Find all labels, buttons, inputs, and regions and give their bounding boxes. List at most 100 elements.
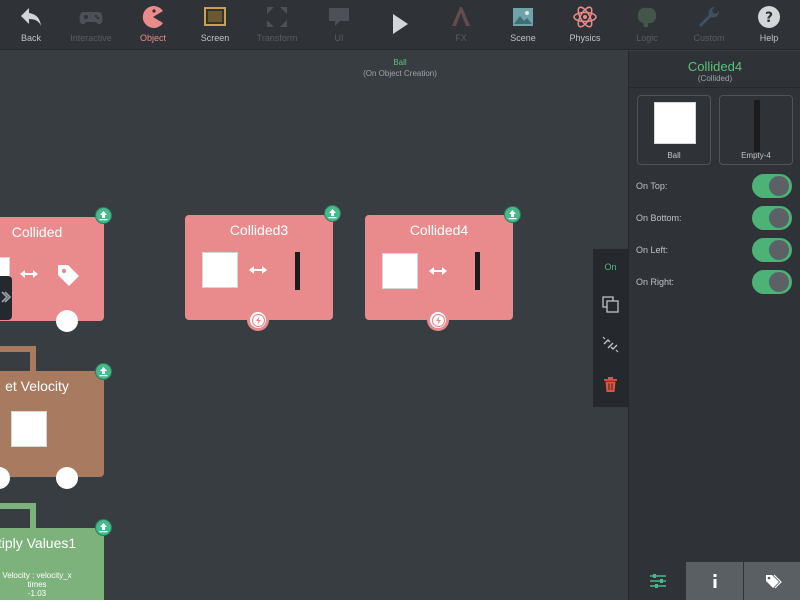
tag-icon[interactable] [54,261,82,289]
object-thumbnail [382,253,418,289]
physics-label: Physics [569,33,601,43]
lightning-icon [432,314,445,327]
object-card-empty-4[interactable]: Empty-4 [719,95,793,165]
object-button[interactable]: Object [122,0,184,50]
expression-line: Velocity : velocity_x [2,571,72,580]
node-set-velocity[interactable]: et Velocity [0,371,104,477]
object-card-ball[interactable]: Ball [637,95,711,165]
toggle-knob [769,176,789,196]
fx-icon [452,7,470,26]
on-top-toggle[interactable] [752,174,792,198]
back-button[interactable]: Back [0,0,62,50]
object-card-label: Empty-4 [741,151,771,160]
upload-icon [99,367,108,377]
transform-button[interactable]: Transform [246,0,308,50]
scene-icon [513,8,533,26]
panel-tab-bar [629,562,800,600]
export-node-button[interactable] [95,363,112,380]
transform-icon [267,7,287,27]
help-button[interactable]: ? Help [738,0,800,50]
interactive-label: Interactive [70,33,112,43]
delete-button[interactable] [593,369,628,401]
node-link [30,503,36,528]
back-label: Back [20,33,41,43]
node-title: Collided4 [409,222,469,238]
double-arrow-icon [20,270,38,278]
node-title: Collided [11,224,63,240]
node-output-port[interactable] [56,467,78,489]
toggle-knob [769,208,789,228]
back-arrow-icon [21,8,41,26]
panel-expand-handle[interactable] [0,276,12,320]
properties-panel: Collided4 (Collided) Ball Empty-4 On Top… [628,51,800,600]
chevron-right-icon [1,291,11,303]
custom-button[interactable]: Custom [678,0,740,50]
export-node-button[interactable] [504,206,521,223]
tab-tags[interactable] [744,562,800,600]
transform-label: Transform [256,33,298,43]
panel-header: Collided4 (Collided) [629,51,800,88]
fx-label: FX [455,33,467,43]
expression-line: -1.03 [27,589,47,598]
on-bottom-toggle[interactable] [752,206,792,230]
svg-text:?: ? [765,10,773,26]
object-thumbnail [202,252,238,288]
node-collided[interactable]: Collided [0,217,104,321]
property-on-right: On Right: [629,268,800,296]
property-label: On Right: [636,277,675,287]
node-title: et Velocity [5,378,69,394]
toggle-on-button[interactable]: On [593,251,628,283]
logic-button[interactable]: Logic [616,0,678,50]
screen-button[interactable]: Screen [184,0,246,50]
upload-icon [99,523,108,533]
panel-subtitle: (Collided) [697,74,733,83]
brain-icon [637,7,657,27]
node-expression: Velocity : velocity_x times -1.03 [0,571,104,598]
node-multiply-values[interactable]: tiply Values1 Velocity : velocity_x time… [0,528,104,600]
expression-line: times [27,580,47,589]
object-thumbnail [11,411,47,447]
trigger-port[interactable] [427,309,449,331]
object-label: Object [139,33,166,43]
export-node-button[interactable] [95,519,112,536]
node-link [30,346,36,371]
property-on-left: On Left: [629,236,800,264]
double-arrow-icon [429,267,447,275]
tags-icon [765,574,782,589]
object-thumbnail [654,102,696,144]
empty-object-thumbnail [475,252,480,290]
node-canvas[interactable]: Ball (On Object Creation) Collided Colli… [0,51,628,600]
interactive-button[interactable]: Interactive [60,0,122,50]
scene-button[interactable]: Scene [492,0,554,50]
empty-object-thumbnail [295,252,300,290]
ui-button[interactable]: UI [308,0,370,50]
trigger-port[interactable] [247,309,269,331]
tab-info[interactable] [686,562,743,600]
object-card-label: Ball [667,151,681,160]
on-label: On [604,262,617,272]
node-collided4[interactable]: Collided4 [365,215,513,320]
event-name-caption: (On Object Creation) [363,69,437,78]
on-left-toggle[interactable] [752,238,792,262]
duplicate-button[interactable] [593,289,628,321]
gamepad-icon [79,12,103,25]
property-label: On Top: [636,181,668,191]
export-node-button[interactable] [324,205,341,222]
node-collided3[interactable]: Collided3 [185,215,333,320]
physics-button[interactable]: Physics [554,0,616,50]
play-button[interactable] [368,0,430,50]
on-right-toggle[interactable] [752,270,792,294]
wrench-icon [699,6,720,27]
node-title: Collided3 [229,222,289,238]
trash-icon [604,377,617,392]
help-label: Help [759,33,779,43]
sliders-icon [649,574,666,588]
export-node-button[interactable] [95,207,112,224]
lightning-icon [252,314,265,327]
node-output-port[interactable] [56,310,78,332]
ui-icon [329,8,349,26]
fx-button[interactable]: FX [430,0,492,50]
unlink-button[interactable] [593,329,628,361]
object-name-caption: Ball [393,58,407,67]
tab-settings[interactable] [629,562,686,600]
